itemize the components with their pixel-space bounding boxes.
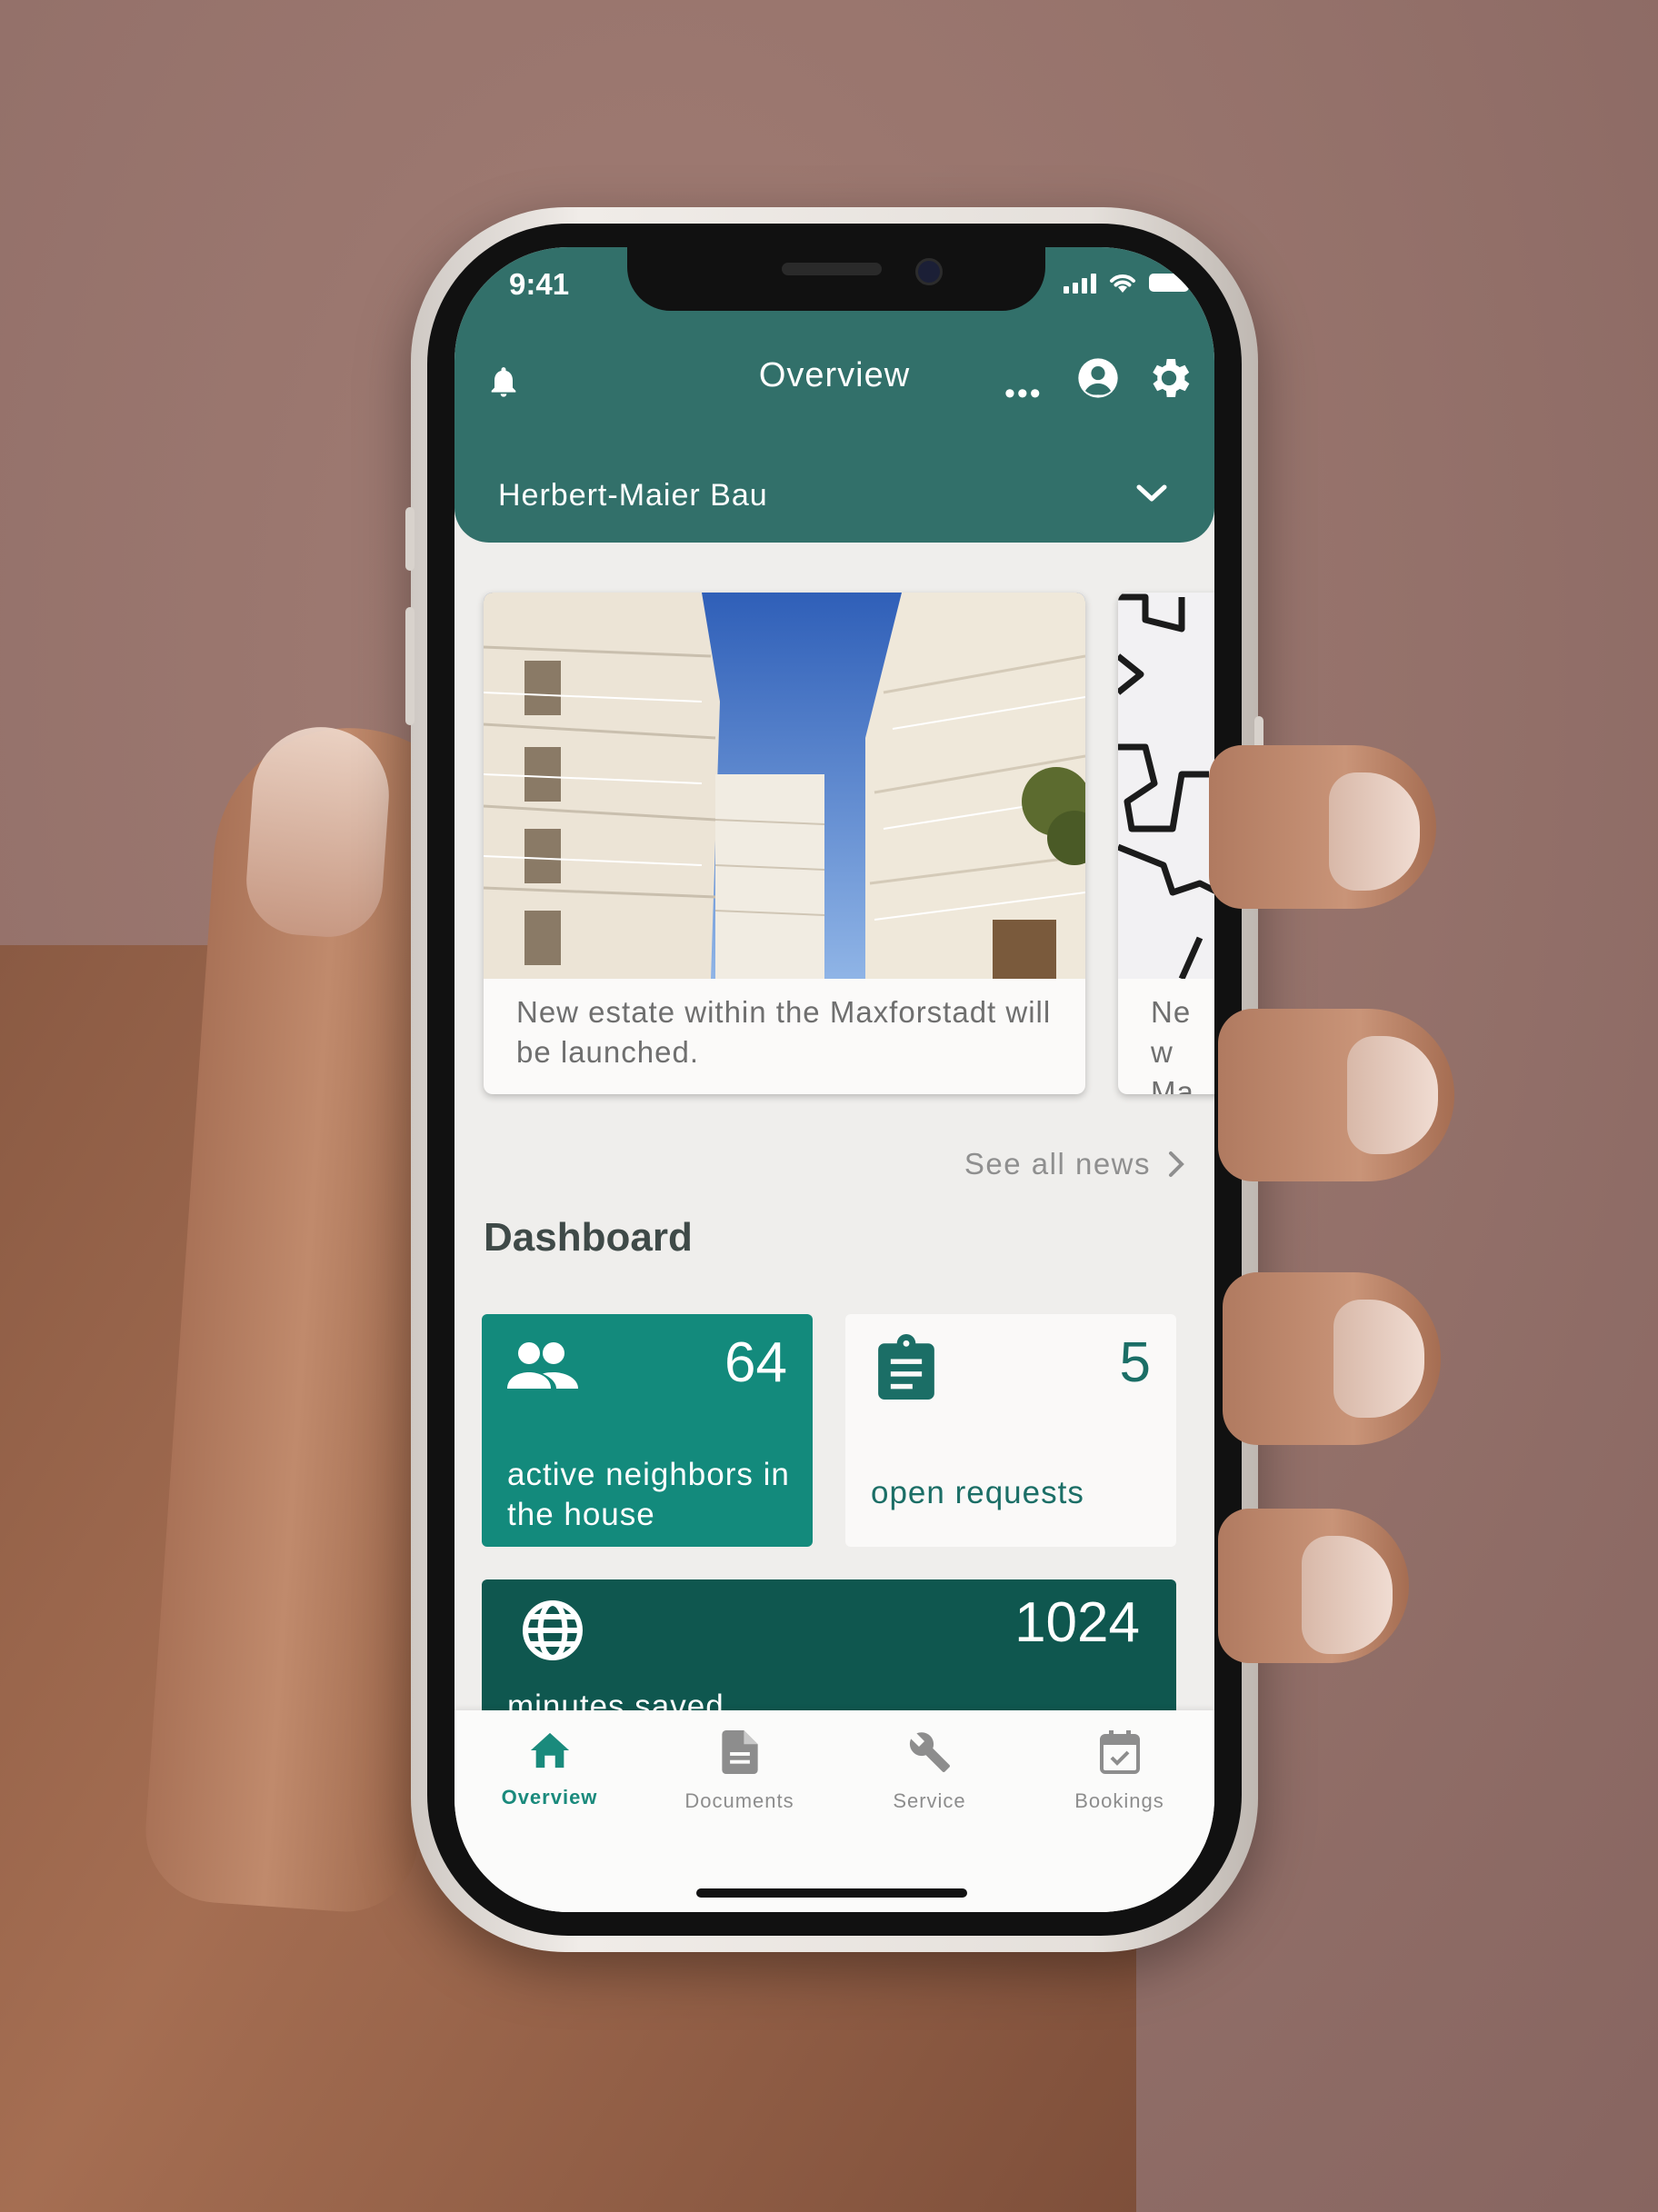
globe-icon [523,1600,583,1660]
account-icon[interactable] [1074,354,1122,402]
news-image-building [484,593,1085,979]
phone-device: 9:41 Overview ••• Herbert-Maier Bau New … [405,207,1263,1952]
property-selector-label: Herbert-Maier Bau [498,478,768,513]
app-header: 9:41 Overview ••• Herbert-Maier Bau [454,247,1214,543]
more-icon[interactable]: ••• [1004,376,1043,412]
finger-nail [1333,1300,1424,1418]
thumb-nail [243,722,394,941]
home-indicator[interactable] [696,1888,967,1898]
calendar-check-icon [1099,1730,1140,1774]
finger [1209,745,1436,909]
app-screen: 9:41 Overview ••• Herbert-Maier Bau New … [454,247,1214,1912]
finger-nail [1329,772,1420,891]
see-all-news-label: See all news [964,1147,1151,1181]
chevron-down-icon [1136,484,1167,502]
finger [1223,1272,1441,1445]
gear-icon[interactable] [1144,353,1194,404]
property-selector[interactable]: Herbert-Maier Bau [454,465,1214,529]
open-requests-label: open requests [871,1475,1084,1510]
wifi-icon [1110,274,1135,293]
finger-nail [1347,1036,1438,1154]
document-icon [721,1730,758,1774]
status-time: 9:41 [509,267,570,301]
dashboard-title: Dashboard [484,1215,693,1260]
finger-nail [1302,1536,1393,1654]
nav-overview[interactable]: Overview [454,1730,644,1809]
phone-side-button [405,607,414,725]
speaker-grille [782,263,882,275]
chevron-right-icon [1169,1151,1184,1177]
open-requests-count: 5 [1119,1331,1151,1394]
active-neighbors-tile[interactable]: 64 active neighbors in the house [482,1314,813,1547]
nav-bookings-label: Bookings [1074,1789,1164,1812]
home-icon [530,1732,569,1769]
wrench-icon [909,1732,950,1772]
nav-bookings[interactable]: Bookings [1024,1730,1214,1813]
phone-side-button [405,507,414,571]
active-neighbors-label: active neighbors in the house [507,1457,790,1532]
clipboard-icon [878,1334,934,1400]
active-neighbors-count: 64 [724,1331,787,1394]
nav-service-label: Service [893,1789,966,1812]
signal-icon [1064,272,1096,294]
news-image-illustration [1118,593,1214,979]
news-card[interactable]: New estate within the Maxforstadt will b… [484,593,1085,1094]
nav-overview-label: Overview [501,1786,598,1808]
news-headline: New Max [1151,995,1194,1094]
finger [1218,1509,1409,1663]
battery-icon [1149,274,1189,292]
finger [1218,1009,1454,1181]
nav-documents-label: Documents [684,1789,794,1812]
front-camera [915,258,943,285]
notch [627,247,1045,311]
nav-documents[interactable]: Documents [644,1730,834,1813]
people-icon [507,1342,578,1389]
open-requests-tile[interactable]: 5 open requests [845,1314,1176,1547]
minutes-saved-count: 1024 [1014,1591,1140,1654]
bottom-navigation: Overview Documents Service Bookings [454,1710,1214,1912]
status-icons [1064,271,1189,294]
news-card[interactable]: New Max [1118,593,1214,1094]
see-all-news-link[interactable]: See all news [964,1147,1185,1181]
nav-service[interactable]: Service [834,1730,1024,1813]
news-headline: New estate within the Maxforstadt will b… [516,995,1052,1069]
